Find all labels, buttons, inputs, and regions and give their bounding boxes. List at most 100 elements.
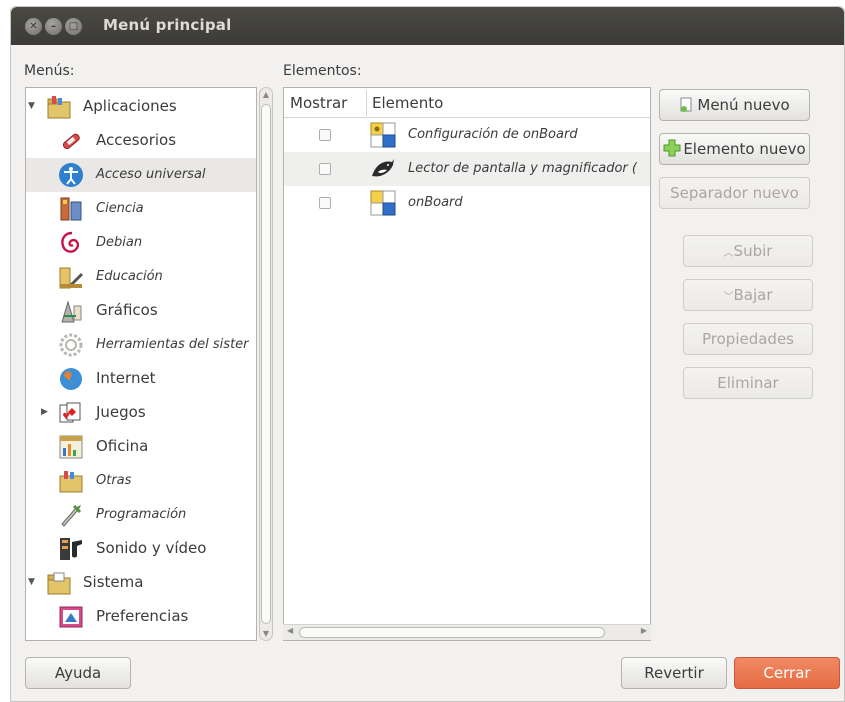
scroll-right-arrow-icon[interactable]: ▶ <box>641 626 647 635</box>
main-menu-window: ✕ – □ Menú principal Menús: Elementos: ▼… <box>10 6 845 702</box>
list-item-label: Configuración de onBoard <box>408 127 578 142</box>
programming-icon <box>61 504 82 527</box>
list-item-label: Lector de pantalla y magnificador ( <box>408 161 637 176</box>
onboard-icon <box>370 190 396 216</box>
universal-access-icon <box>59 163 83 187</box>
tree-item[interactable]: Debian <box>26 226 256 260</box>
tree-item-label: Educación <box>96 269 163 284</box>
close-button[interactable]: Cerrar <box>734 657 840 689</box>
tree-item-label: Accesorios <box>96 131 177 149</box>
move-down-label: Bajar <box>733 286 773 304</box>
graphics-icon <box>61 300 82 323</box>
tree-item[interactable]: Programación <box>26 498 256 532</box>
window-close-button[interactable]: ✕ <box>25 18 42 35</box>
applications-folder-icon <box>47 96 71 119</box>
properties-button[interactable]: Propiedades <box>683 323 813 355</box>
window-title: Menú principal <box>103 16 232 34</box>
tree-item-label: Ciencia <box>96 201 144 216</box>
list-item[interactable]: Lector de pantalla y magnificador ( <box>284 152 650 186</box>
scroll-left-arrow-icon[interactable]: ◀ <box>287 626 293 635</box>
expander-collapsed-icon[interactable]: ▶ <box>41 407 48 417</box>
move-down-button[interactable]: ﹀Bajar <box>683 279 813 311</box>
tree-item-label: Debian <box>96 235 143 250</box>
show-checkbox[interactable] <box>319 197 331 209</box>
tree-item-label: Juegos <box>96 403 146 421</box>
add-plus-icon <box>663 139 681 157</box>
elements-list-header: Mostrar Elemento <box>284 88 650 118</box>
debian-icon <box>61 231 80 253</box>
tree-item[interactable]: Acceso universal <box>26 158 256 192</box>
other-folder-icon <box>59 471 83 493</box>
internet-globe-icon <box>60 368 82 390</box>
column-separator <box>366 90 367 116</box>
arrow-down-icon: ﹀ <box>723 292 734 303</box>
tree-item[interactable]: Oficina <box>26 430 256 464</box>
games-cards-icon <box>59 402 81 423</box>
multimedia-icon <box>60 538 82 560</box>
menu-tree-scrollbar[interactable]: ▲ ▼ <box>259 87 273 641</box>
help-button[interactable]: Ayuda <box>25 657 131 689</box>
tree-item[interactable]: ▶ Juegos <box>26 396 256 430</box>
onboard-settings-icon <box>370 122 396 148</box>
list-item[interactable]: onBoard <box>284 186 650 220</box>
elements-horizontal-scrollbar[interactable]: ◀ ▶ <box>283 624 651 640</box>
tree-item-label: Oficina <box>96 437 149 455</box>
window-minimize-button[interactable]: – <box>45 18 62 35</box>
show-checkbox[interactable] <box>319 163 331 175</box>
science-icon <box>60 197 82 221</box>
tree-item[interactable]: Herramientas del sister <box>26 328 256 362</box>
tree-item-label: Aplicaciones <box>83 97 177 115</box>
tree-item-label: Acceso universal <box>96 167 206 182</box>
new-menu-icon <box>680 97 692 112</box>
new-item-button[interactable]: Elemento nuevo <box>659 133 810 165</box>
tree-item-label: Otras <box>96 473 132 488</box>
expander-expanded-icon[interactable]: ▼ <box>28 101 35 111</box>
delete-button[interactable]: Eliminar <box>683 367 813 399</box>
tree-item-label: Herramientas del sister <box>96 337 249 352</box>
tree-item[interactable]: Internet <box>26 362 256 396</box>
tree-item[interactable]: Otras <box>26 464 256 498</box>
tree-item[interactable]: Sonido y vídeo <box>26 532 256 566</box>
menu-tree[interactable]: ▼ Aplicaciones Accesorios Acceso universal C… <box>25 87 257 641</box>
system-tools-icon <box>59 333 83 357</box>
tree-item[interactable]: Gráficos <box>26 294 256 328</box>
new-menu-button[interactable]: Menú nuevo <box>659 89 810 121</box>
elements-list[interactable]: Mostrar Elemento Configuración de onBoar… <box>283 87 651 641</box>
show-checkbox[interactable] <box>319 129 331 141</box>
move-up-button[interactable]: ︿Subir <box>683 235 813 267</box>
scroll-up-arrow-icon[interactable]: ▲ <box>260 90 272 99</box>
column-header-show[interactable]: Mostrar <box>290 94 347 112</box>
scroll-down-arrow-icon[interactable]: ▼ <box>260 629 272 638</box>
scrollbar-thumb[interactable] <box>299 627 605 638</box>
tree-item[interactable]: Preferencias <box>26 600 256 634</box>
column-header-element[interactable]: Elemento <box>372 94 443 112</box>
minimize-icon: – <box>51 21 56 32</box>
title-bar: ✕ – □ Menú principal <box>11 7 844 45</box>
tree-item-label: Sistema <box>83 573 144 591</box>
elements-label: Elementos: <box>283 63 362 79</box>
orca-icon <box>372 159 394 177</box>
accessories-icon <box>62 133 80 150</box>
tree-item-label: Sonido y vídeo <box>96 539 207 557</box>
scrollbar-thumb[interactable] <box>261 104 271 624</box>
tree-item-label: Preferencias <box>96 607 189 625</box>
new-separator-button[interactable]: Separador nuevo <box>659 177 810 209</box>
tree-item[interactable]: Educación <box>26 260 256 294</box>
tree-item-label: Internet <box>96 369 156 387</box>
window-maximize-button[interactable]: □ <box>65 18 82 35</box>
system-folder-icon <box>47 572 71 595</box>
tree-item[interactable]: Accesorios <box>26 124 256 158</box>
list-item[interactable]: Configuración de onBoard <box>284 118 650 152</box>
close-icon: ✕ <box>29 21 38 32</box>
tree-item-label: Programación <box>96 507 187 522</box>
tree-item[interactable]: Ciencia <box>26 192 256 226</box>
revert-button[interactable]: Revertir <box>621 657 727 689</box>
preferences-icon <box>59 606 83 628</box>
new-item-label: Elemento nuevo <box>683 140 806 158</box>
tree-item-label: Gráficos <box>96 301 158 319</box>
tree-item[interactable]: ▼ Aplicaciones <box>26 90 256 124</box>
office-icon <box>59 435 83 459</box>
new-menu-label: Menú nuevo <box>697 96 790 114</box>
expander-expanded-icon[interactable]: ▼ <box>28 577 35 587</box>
tree-item[interactable]: ▼ Sistema <box>26 566 256 600</box>
